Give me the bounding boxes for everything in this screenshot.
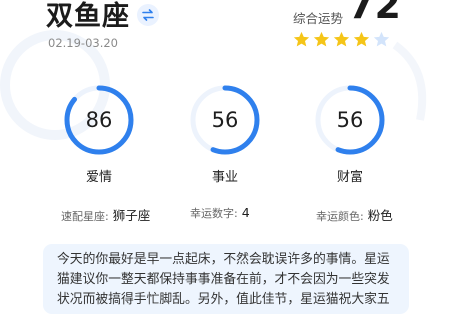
zodiac-sign-title: 双鱼座 — [46, 1, 130, 32]
lucky-color: 幸运颜色: 粉色 — [316, 205, 393, 224]
lucky-number-value: 4 — [241, 205, 250, 220]
lucky-match-value: 狮子座 — [112, 208, 151, 223]
fortune-description-text: 今天的你最好是早一点起床，不然会耽误许多的事情。星运猫建议你一整天都保持事事准备… — [57, 252, 390, 307]
overall-fortune-score: 72 — [348, 0, 401, 27]
gauge-love: 86 — [64, 85, 134, 155]
star-filled-icon — [313, 31, 330, 47]
date-range: 02.19-03.20 — [48, 36, 118, 50]
gauge-label-love: 爱情 — [85, 170, 112, 185]
lucky-match-label: 速配星座: — [61, 210, 109, 223]
star-empty-icon — [373, 31, 390, 47]
star-filled-icon — [333, 31, 350, 47]
gauge-career: 56 — [190, 85, 260, 155]
gauge-value-career: 56 — [211, 108, 239, 132]
gauge-label-career: 事业 — [211, 170, 238, 185]
swap-icon — [142, 9, 154, 21]
star-rating — [293, 31, 390, 47]
gauge-label-wealth: 财富 — [336, 170, 363, 185]
fortune-description-card: 今天的你最好是早一点起床，不然会耽误许多的事情。星运猫建议你一整天都保持事事准备… — [43, 244, 409, 314]
star-filled-icon — [353, 31, 370, 47]
star-filled-icon — [293, 31, 310, 47]
switch-sign-button[interactable] — [137, 4, 159, 26]
lucky-match: 速配星座: 狮子座 — [61, 205, 150, 224]
lucky-color-value: 粉色 — [367, 208, 393, 223]
lucky-color-label: 幸运颜色: — [316, 210, 364, 223]
overall-fortune-label: 综合运势 — [293, 11, 344, 26]
lucky-number: 幸运数字: 4 — [190, 205, 250, 221]
gauge-value-wealth: 56 — [336, 108, 364, 132]
lucky-number-label: 幸运数字: — [190, 207, 238, 220]
gauge-value-love: 86 — [85, 108, 113, 132]
gauge-wealth: 56 — [315, 85, 385, 155]
